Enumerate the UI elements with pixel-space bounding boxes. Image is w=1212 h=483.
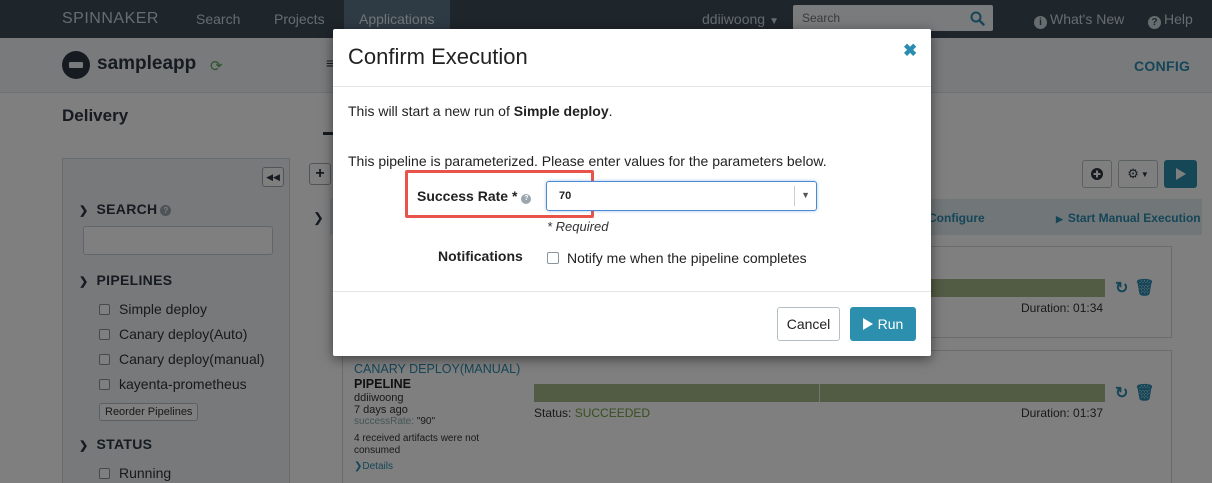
intro-suffix: . <box>608 103 613 119</box>
modal-footer: Cancel Run <box>333 291 931 356</box>
success-rate-value: 70 <box>559 190 572 202</box>
run-button[interactable]: Run <box>850 307 916 341</box>
notify-checkbox-label: Notify me when the pipeline completes <box>567 250 807 266</box>
notifications-label: Notifications <box>438 248 523 264</box>
run-label: Run <box>877 316 904 332</box>
parameter-instructions: This pipeline is parameterized. Please e… <box>348 153 827 169</box>
close-icon[interactable]: ✖ <box>903 41 917 61</box>
modal-title: Confirm Execution <box>348 44 528 69</box>
pipeline-name: Simple deploy <box>513 103 609 119</box>
intro-prefix: This will start a new run of <box>348 103 514 119</box>
success-rate-label-text: Success Rate * <box>417 188 518 204</box>
success-rate-select[interactable]: 70 ▼ <box>546 181 817 211</box>
execution-intro: This will start a new run of Simple depl… <box>348 103 613 119</box>
checkbox[interactable] <box>547 252 559 264</box>
modal-header: Confirm Execution ✖ <box>333 29 931 87</box>
notify-checkbox[interactable]: Notify me when the pipeline completes <box>547 250 807 266</box>
caret-down-icon[interactable]: ▼ <box>801 190 810 200</box>
help-icon[interactable]: ? <box>521 194 532 204</box>
select-divider <box>794 186 795 206</box>
required-note: * Required <box>547 219 609 234</box>
play-icon <box>862 318 873 330</box>
success-rate-label: Success Rate *? <box>417 188 532 204</box>
confirm-execution-modal: Confirm Execution ✖ This will start a ne… <box>333 29 931 356</box>
cancel-button[interactable]: Cancel <box>777 307 840 341</box>
